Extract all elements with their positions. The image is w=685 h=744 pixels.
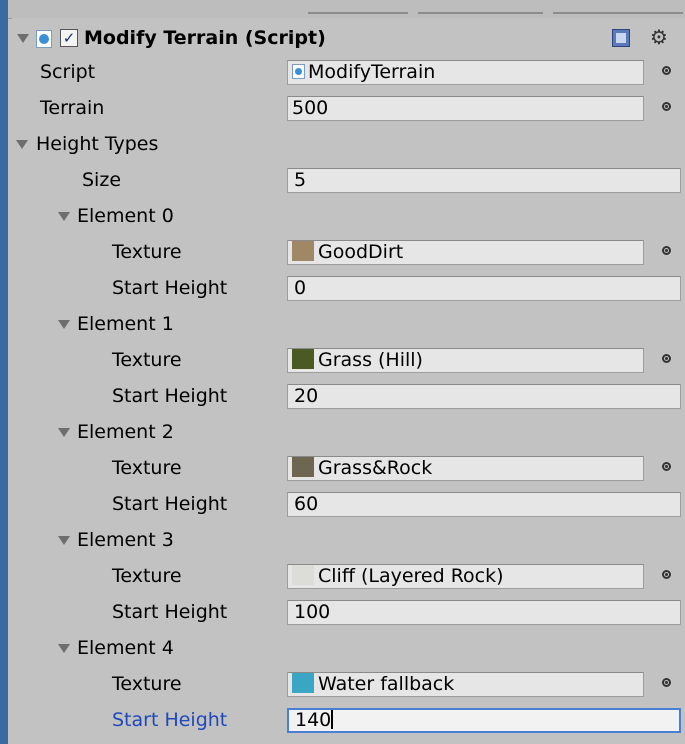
size-row: Size 5 (12, 164, 685, 200)
previous-component-edge (8, 0, 685, 19)
texture-label: Texture (112, 241, 182, 263)
fold-triangle-icon[interactable] (58, 644, 70, 653)
csharp-script-icon (36, 30, 52, 48)
script-label: Script (40, 61, 96, 83)
script-field[interactable]: ModifyTerrain (287, 60, 644, 85)
component-enabled-checkbox[interactable]: ✓ (60, 29, 78, 47)
fold-triangle-icon[interactable] (58, 212, 70, 221)
texture-value: Water fallback (318, 673, 455, 695)
texture-field[interactable]: Grass (Hill) (287, 348, 644, 373)
help-book-icon[interactable] (612, 29, 630, 47)
texture-thumbnail (292, 673, 314, 693)
fold-triangle-icon[interactable] (58, 320, 70, 329)
script-row: Script ModifyTerrain (12, 56, 685, 92)
component-header[interactable]: ✓ Modify Terrain (Script) ⚙ (12, 22, 685, 58)
start-height-value: 140 (295, 709, 332, 731)
texture-thumbnail (292, 565, 314, 585)
start-height-row: Start Height 0 (12, 272, 685, 308)
start-height-value: 60 (294, 493, 319, 515)
texture-value: Grass&Rock (318, 457, 433, 479)
fold-triangle-icon[interactable] (58, 536, 70, 545)
terrain-label: Terrain (40, 97, 105, 119)
size-label: Size (82, 169, 122, 191)
texture-row: Texture Grass (Hill) (12, 344, 685, 380)
tab-edge (418, 0, 543, 14)
object-picker-icon[interactable] (662, 354, 671, 363)
start-height-label: Start Height (112, 277, 228, 299)
start-height-field[interactable]: 140 (287, 708, 681, 733)
texture-label: Texture (112, 457, 182, 479)
element-label: Element 2 (77, 421, 174, 443)
start-height-row: Start Height 140 (12, 704, 685, 740)
start-height-row: Start Height 100 (12, 596, 685, 632)
tab-edge (553, 0, 683, 14)
texture-row: Texture GoodDirt (12, 236, 685, 272)
terrain-field[interactable]: 500 (287, 96, 644, 121)
texture-label: Texture (112, 673, 182, 695)
gear-icon[interactable]: ⚙ (650, 25, 668, 49)
window-edge (0, 0, 8, 744)
object-picker-icon[interactable] (662, 66, 671, 75)
height-types-row[interactable]: Height Types (12, 128, 685, 164)
start-height-field[interactable]: 60 (287, 492, 681, 517)
texture-field[interactable]: Cliff (Layered Rock) (287, 564, 644, 589)
start-height-label: Start Height (112, 601, 228, 623)
start-height-field[interactable]: 100 (287, 600, 681, 625)
start-height-label: Start Height (112, 493, 228, 515)
start-height-field[interactable]: 0 (287, 276, 681, 301)
texture-field[interactable]: Water fallback (287, 672, 644, 697)
texture-label: Texture (112, 349, 182, 371)
texture-thumbnail (292, 349, 314, 369)
texture-row: Texture Cliff (Layered Rock) (12, 560, 685, 596)
object-picker-icon[interactable] (662, 678, 671, 687)
script-value: ModifyTerrain (308, 61, 436, 83)
object-picker-icon[interactable] (662, 570, 671, 579)
element-label: Element 3 (77, 529, 174, 551)
texture-value: GoodDirt (318, 241, 404, 263)
object-picker-icon[interactable] (662, 246, 671, 255)
start-height-value: 0 (294, 277, 307, 299)
texture-value: Cliff (Layered Rock) (318, 565, 504, 587)
start-height-field[interactable]: 20 (287, 384, 681, 409)
element-label: Element 4 (77, 637, 174, 659)
fold-triangle-icon[interactable] (16, 140, 28, 149)
texture-thumbnail (292, 457, 314, 477)
element-label: Element 1 (77, 313, 174, 335)
element-foldout[interactable]: Element 0 (12, 200, 685, 236)
text-caret (331, 710, 334, 729)
height-types-label: Height Types (36, 133, 159, 155)
component-title: Modify Terrain (Script) (84, 27, 326, 49)
terrain-row: Terrain 500 (12, 92, 685, 128)
element-foldout[interactable]: Element 2 (12, 416, 685, 452)
terrain-value: 500 (292, 97, 329, 119)
csharp-script-icon (292, 63, 305, 79)
texture-value: Grass (Hill) (318, 349, 423, 371)
texture-field[interactable]: Grass&Rock (287, 456, 644, 481)
object-picker-icon[interactable] (662, 462, 671, 471)
fold-triangle-icon[interactable] (17, 34, 29, 43)
start-height-label: Start Height (112, 709, 228, 731)
texture-field[interactable]: GoodDirt (287, 240, 644, 265)
texture-row: Texture Water fallback (12, 668, 685, 704)
size-field[interactable]: 5 (287, 168, 681, 193)
object-picker-icon[interactable] (662, 102, 671, 111)
start-height-value: 100 (294, 601, 331, 623)
size-value: 5 (294, 169, 307, 191)
texture-label: Texture (112, 565, 182, 587)
start-height-row: Start Height 60 (12, 488, 685, 524)
start-height-value: 20 (294, 385, 319, 407)
start-height-row: Start Height 20 (12, 380, 685, 416)
element-foldout[interactable]: Element 3 (12, 524, 685, 560)
texture-row: Texture Grass&Rock (12, 452, 685, 488)
start-height-label: Start Height (112, 385, 228, 407)
element-label: Element 0 (77, 205, 174, 227)
fold-triangle-icon[interactable] (58, 428, 70, 437)
tab-edge (308, 0, 408, 14)
inspector-panel: ✓ Modify Terrain (Script) ⚙ Script Modif… (12, 18, 685, 744)
element-foldout[interactable]: Element 4 (12, 632, 685, 668)
element-foldout[interactable]: Element 1 (12, 308, 685, 344)
texture-thumbnail (292, 241, 314, 261)
